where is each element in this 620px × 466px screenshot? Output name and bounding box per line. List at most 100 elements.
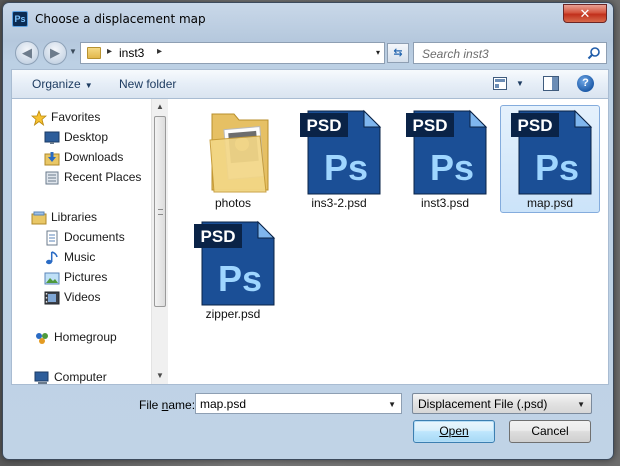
file-name: zipper.psd [205, 307, 261, 321]
nav-item-downloads-label: Downloads [64, 150, 124, 164]
file-name: inst3.psd [420, 196, 470, 210]
refresh-button[interactable]: ⇆ [387, 43, 409, 63]
nav-item-videos[interactable]: Videos [44, 289, 144, 307]
nav-libraries-label: Libraries [51, 210, 98, 224]
forward-arrow-icon: ▶ [50, 45, 60, 60]
homegroup-icon [36, 333, 48, 344]
breadcrumb-separator[interactable]: ▸ [107, 46, 112, 57]
desktop-icon [44, 131, 60, 144]
nav-item-recent-places-label: Recent Places [64, 170, 142, 184]
file-name: map.psd [526, 196, 574, 210]
address-bar[interactable]: ▸ inst3 ▸ ▾ [80, 42, 385, 64]
psd-badge-text: PSD [307, 116, 342, 135]
psd-file-icon: PSD Ps [194, 220, 276, 306]
scroll-down-icon[interactable]: ▼ [152, 368, 168, 384]
open-button[interactable]: Open [413, 420, 495, 443]
open-button-label: Open [439, 424, 469, 438]
photoshop-app-icon: Ps [12, 11, 28, 27]
scrollbar-thumb[interactable] [154, 116, 166, 307]
psd-file-icon: PSD Ps [511, 109, 593, 195]
file-item-ins3-2[interactable]: PSD Ps ins3-2.psd [289, 105, 389, 213]
psd-mark-text: Ps [324, 147, 368, 188]
recent-places-icon [45, 171, 59, 185]
filetype-value: Displacement File (.psd) [418, 397, 548, 411]
forward-button[interactable]: ▶ [43, 41, 67, 65]
search-placeholder: Search inst3 [422, 47, 489, 61]
nav-favorites-label: Favorites [51, 110, 101, 124]
filetype-select[interactable]: Displacement File (.psd) ▼ [412, 393, 592, 414]
recent-locations-icon[interactable]: ▼ [69, 47, 77, 56]
star-icon [31, 110, 47, 126]
file-list: photos PSD Ps ins3-2.psd PSD Ps inst3.ps… [169, 99, 608, 384]
organize-button[interactable]: Organize ▼ [32, 77, 93, 91]
folder-icon [87, 47, 101, 59]
nav-homegroup-label: Homegroup [54, 330, 117, 344]
psd-badge-text: PSD [413, 116, 448, 135]
psd-mark-text: Ps [430, 147, 474, 188]
preview-pane-icon[interactable] [543, 76, 559, 91]
file-item-map[interactable]: PSD Ps map.psd [500, 105, 600, 213]
music-icon [46, 251, 58, 265]
nav-item-documents[interactable]: Documents [44, 229, 144, 247]
psd-badge-text: PSD [518, 116, 553, 135]
nav-item-desktop-label: Desktop [64, 130, 109, 144]
nav-item-pictures[interactable]: Pictures [44, 269, 144, 287]
nav-homegroup[interactable]: Homegroup [34, 329, 149, 347]
filename-dropdown-icon[interactable]: ▼ [388, 400, 396, 409]
nav-item-desktop[interactable]: Desktop [44, 129, 144, 147]
chevron-down-icon: ▼ [84, 81, 93, 90]
filename-label: File name: [139, 398, 195, 412]
new-folder-button[interactable]: New folder [119, 77, 176, 91]
file-item-inst3[interactable]: PSD Ps inst3.psd [395, 105, 495, 213]
filename-field[interactable]: map.psd ▼ [195, 393, 402, 414]
help-icon[interactable]: ? [577, 75, 594, 92]
scrollbar-grip [158, 209, 163, 215]
psd-file-icon: PSD Ps [300, 109, 382, 195]
nav-computer[interactable]: Computer [34, 369, 149, 384]
nav-item-music[interactable]: Music [44, 249, 144, 267]
downloads-icon [44, 152, 60, 166]
videos-icon [44, 291, 60, 305]
change-view-icon[interactable] [493, 77, 507, 90]
nav-scrollbar[interactable]: ▲ ▼ [151, 99, 168, 384]
file-item-zipper[interactable]: PSD Ps zipper.psd [183, 216, 283, 324]
nav-item-pictures-label: Pictures [64, 270, 108, 284]
close-button[interactable]: ✕ [563, 4, 607, 23]
title-bar: Ps Choose a displacement map ✕ [3, 3, 613, 35]
search-icon[interactable] [587, 46, 601, 60]
psd-badge-text: PSD [201, 227, 236, 246]
filename-label-text: File name: [139, 398, 196, 412]
nav-item-downloads[interactable]: Downloads [44, 149, 144, 167]
back-button[interactable]: ◀ [15, 41, 39, 65]
scroll-up-icon[interactable]: ▲ [152, 99, 168, 115]
file-name: ins3-2.psd [311, 196, 367, 210]
breadcrumb-inst3[interactable]: inst3 [119, 46, 144, 60]
libraries-icon [31, 211, 47, 225]
psd-mark-text: Ps [218, 258, 262, 299]
address-dropdown-icon[interactable]: ▾ [376, 48, 380, 57]
nav-computer-label: Computer [54, 370, 107, 384]
nav-item-documents-label: Documents [64, 230, 125, 244]
search-input[interactable]: Search inst3 [413, 42, 607, 64]
nav-item-recent-places[interactable]: Recent Places [44, 169, 144, 187]
nav-favorites[interactable]: Favorites [31, 109, 146, 127]
command-bar: Organize ▼ New folder ▼ ? [11, 69, 609, 98]
cancel-button[interactable]: Cancel [509, 420, 591, 443]
main-pane: Favorites Desktop Downloads Recent Place… [11, 98, 609, 385]
cancel-button-label: Cancel [531, 424, 569, 438]
breadcrumb-separator[interactable]: ▸ [157, 46, 162, 57]
folder-icon [209, 113, 269, 193]
psd-file-icon: PSD Ps [406, 109, 488, 195]
view-options-dropdown-icon[interactable]: ▼ [516, 79, 524, 88]
file-dialog: Ps Choose a displacement map ✕ ◀ ▶ ▼ ▸ i… [2, 2, 614, 460]
refresh-icon: ⇆ [393, 47, 403, 59]
back-arrow-icon: ◀ [22, 45, 32, 60]
nav-libraries[interactable]: Libraries [31, 209, 146, 227]
nav-item-videos-label: Videos [64, 290, 101, 304]
psd-mark-text: Ps [535, 147, 579, 188]
navigation-pane: Favorites Desktop Downloads Recent Place… [12, 99, 152, 384]
file-item-photos[interactable]: photos [183, 105, 283, 213]
nav-item-music-label: Music [64, 250, 96, 264]
pictures-icon [44, 272, 60, 285]
chevron-down-icon: ▼ [577, 400, 585, 409]
